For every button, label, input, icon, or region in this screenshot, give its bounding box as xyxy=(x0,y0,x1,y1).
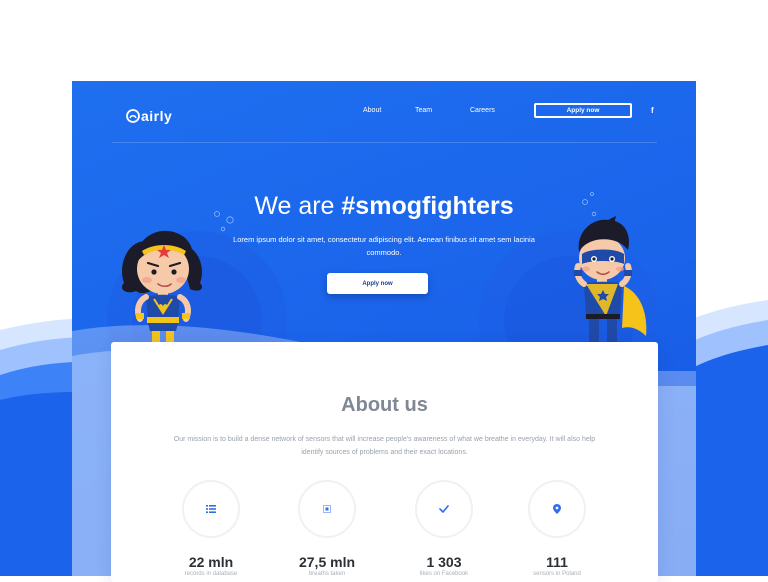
nav-link-careers[interactable]: Careers xyxy=(470,107,495,114)
hero-apply-button[interactable]: Apply now xyxy=(327,273,428,294)
check-icon xyxy=(439,505,449,513)
stat-icon-circle xyxy=(298,480,356,538)
facebook-icon[interactable]: f xyxy=(651,106,654,115)
stat-likes: 1 303 likes on Facebook xyxy=(394,480,494,577)
stat-icon-circle xyxy=(415,480,473,538)
stat-icon-circle xyxy=(528,480,586,538)
stat-sensors: 111 sensors in Poland xyxy=(507,480,607,577)
stat-label: breaths taken xyxy=(308,571,346,577)
stat-value: 1 303 xyxy=(426,554,462,570)
location-pin-icon xyxy=(553,504,561,514)
stat-label: records in database xyxy=(184,571,238,577)
logo-text: airly xyxy=(141,108,173,124)
stat-records: 22 mln records in database xyxy=(161,480,261,577)
stat-value: 27,5 mln xyxy=(298,554,356,570)
hero-boy-illustration xyxy=(574,216,647,343)
nav-link-about[interactable]: About xyxy=(363,107,381,114)
stat-label: sensors in Poland xyxy=(533,571,581,577)
stat-value: 111 xyxy=(546,554,568,570)
stat-value: 22 mln xyxy=(188,554,234,570)
heroine-illustration xyxy=(121,230,203,343)
stat-label: likes on Facebook xyxy=(419,571,469,577)
list-icon xyxy=(206,505,216,513)
header-divider xyxy=(112,142,657,143)
hero-title-hashtag: #smogfighters xyxy=(341,192,514,220)
stat-icon-circle xyxy=(182,480,240,538)
header-apply-button[interactable]: Apply now xyxy=(534,103,632,118)
logo[interactable]: airly xyxy=(126,101,172,123)
hero-subtitle: Lorem ipsum dolor sit amet, consectetur … xyxy=(233,235,535,257)
about-title: About us xyxy=(341,394,428,416)
about-card: About us Our mission is to build a dense… xyxy=(111,342,658,582)
logo-mark-icon xyxy=(126,109,140,123)
sensor-icon xyxy=(323,505,331,513)
hero-title-light: We are xyxy=(254,192,342,220)
about-description: Our mission is to build a dense network … xyxy=(173,436,596,456)
nav-link-team[interactable]: Team xyxy=(415,107,432,114)
stat-breaths: 27,5 mln breaths taken xyxy=(277,480,377,577)
